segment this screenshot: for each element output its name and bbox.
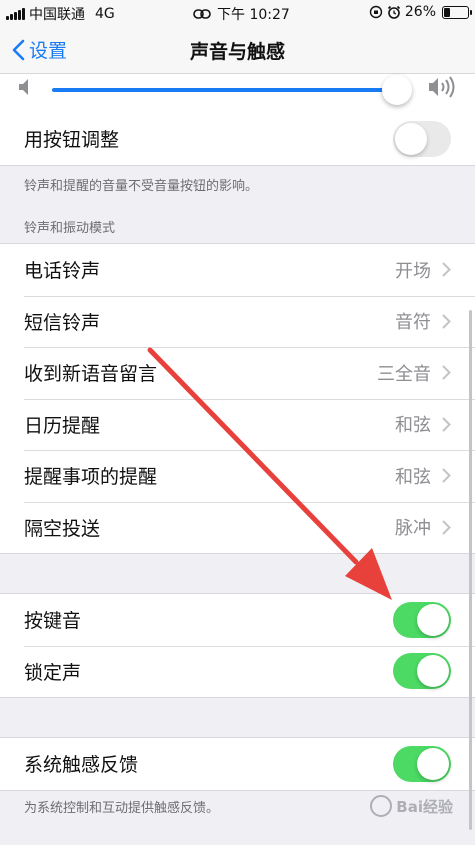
- orientation-lock-icon: [369, 5, 383, 19]
- list-item-sms-ringtone[interactable]: 短信铃声 音符: [0, 295, 475, 348]
- chevron-right-icon: [442, 262, 451, 277]
- chevron-right-icon: [442, 468, 451, 483]
- clock: 下午 10:27: [217, 7, 290, 23]
- chevron-right-icon: [442, 314, 451, 328]
- nav-bar: 设置 声音与触感: [0, 26, 475, 74]
- battery-percent: 26%: [404, 4, 436, 20]
- chevron-right-icon: [442, 365, 451, 380]
- status-right: 26%: [369, 4, 472, 20]
- scroll-indicator[interactable]: [469, 310, 472, 830]
- volume-high-icon: [429, 76, 455, 98]
- item-value: 和弦: [395, 466, 431, 488]
- battery-icon: [442, 5, 472, 19]
- item-label: 隔空投送: [24, 517, 101, 540]
- status-bar: 中国联通 4G 下午 10:27 26%: [0, 0, 475, 26]
- alarm-icon: [387, 5, 400, 19]
- volume-slider-track[interactable]: [52, 88, 396, 92]
- sound-toggles-group: 按键音 锁定声: [0, 593, 475, 698]
- button-adjust-label: 用按钮调整: [24, 129, 120, 152]
- list-item-voicemail[interactable]: 收到新语音留言 三全音: [0, 347, 475, 399]
- lock-sound-toggle[interactable]: [393, 653, 451, 690]
- list-item-airdrop[interactable]: 隔空投送 脉冲: [0, 501, 475, 554]
- status-center: 下午 10:27: [193, 4, 290, 24]
- carrier-label: 中国联通: [29, 7, 85, 23]
- item-label: 收到新语音留言: [24, 363, 158, 386]
- keyboard-clicks-toggle[interactable]: [393, 601, 451, 638]
- chevron-right-icon: [442, 520, 451, 534]
- page-title: 声音与触感: [189, 41, 285, 63]
- watermark: Bai经验: [370, 795, 453, 817]
- item-label: 日历提醒: [24, 414, 101, 437]
- button-adjust-row: 用按钮调整: [0, 113, 475, 165]
- haptics-group: 系统触感反馈: [0, 737, 475, 791]
- volume-low-icon: [19, 79, 28, 95]
- system-haptics-label: 系统触感反馈: [24, 754, 139, 777]
- volume-slider-knob[interactable]: [382, 75, 412, 105]
- item-value: 开场: [395, 260, 431, 282]
- status-left: 中国联通 4G: [6, 4, 115, 24]
- keyboard-clicks-row: 按键音: [0, 594, 475, 646]
- item-value: 三全音: [377, 363, 431, 385]
- button-adjust-toggle[interactable]: [393, 120, 451, 157]
- item-label: 短信铃声: [24, 311, 101, 334]
- item-value: 脉冲: [395, 518, 431, 540]
- item-value: 和弦: [395, 415, 431, 437]
- list-item-phone-ringtone[interactable]: 电话铃声 开场: [0, 244, 475, 296]
- lock-sound-row: 锁定声: [0, 645, 475, 698]
- item-label: 提醒事项的提醒: [24, 466, 158, 489]
- list-item-calendar-alert[interactable]: 日历提醒 和弦: [0, 398, 475, 451]
- chevron-right-icon: [442, 417, 451, 431]
- item-value: 音符: [395, 312, 431, 334]
- item-label: 电话铃声: [24, 260, 101, 283]
- volume-slider-row: [0, 74, 475, 114]
- baidu-paw-icon: [370, 795, 393, 817]
- list-item-reminder-alert[interactable]: 提醒事项的提醒 和弦: [0, 450, 475, 502]
- ringtone-section-header: 铃声和振动模式: [24, 221, 116, 236]
- signal-icon: [6, 8, 25, 20]
- lock-sound-label: 锁定声: [24, 661, 82, 684]
- ringtone-group: 电话铃声 开场 短信铃声 音符 收到新语音留言 三全音 日历提醒 和弦 提醒事项…: [0, 243, 475, 554]
- watermark-text: Bai经验: [396, 797, 453, 816]
- keyboard-clicks-label: 按键音: [24, 610, 82, 633]
- system-haptics-toggle[interactable]: [393, 745, 451, 782]
- button-adjust-footnote: 铃声和提醒的音量不受音量按钮的影响。: [24, 179, 259, 194]
- haptics-footnote: 为系统控制和互动提供触感反馈。: [24, 801, 220, 816]
- network-label: 4G: [95, 6, 115, 22]
- link-icon: [193, 9, 211, 19]
- system-haptics-row: 系统触感反馈: [0, 738, 475, 790]
- button-adjust-group: 用按钮调整: [0, 113, 475, 166]
